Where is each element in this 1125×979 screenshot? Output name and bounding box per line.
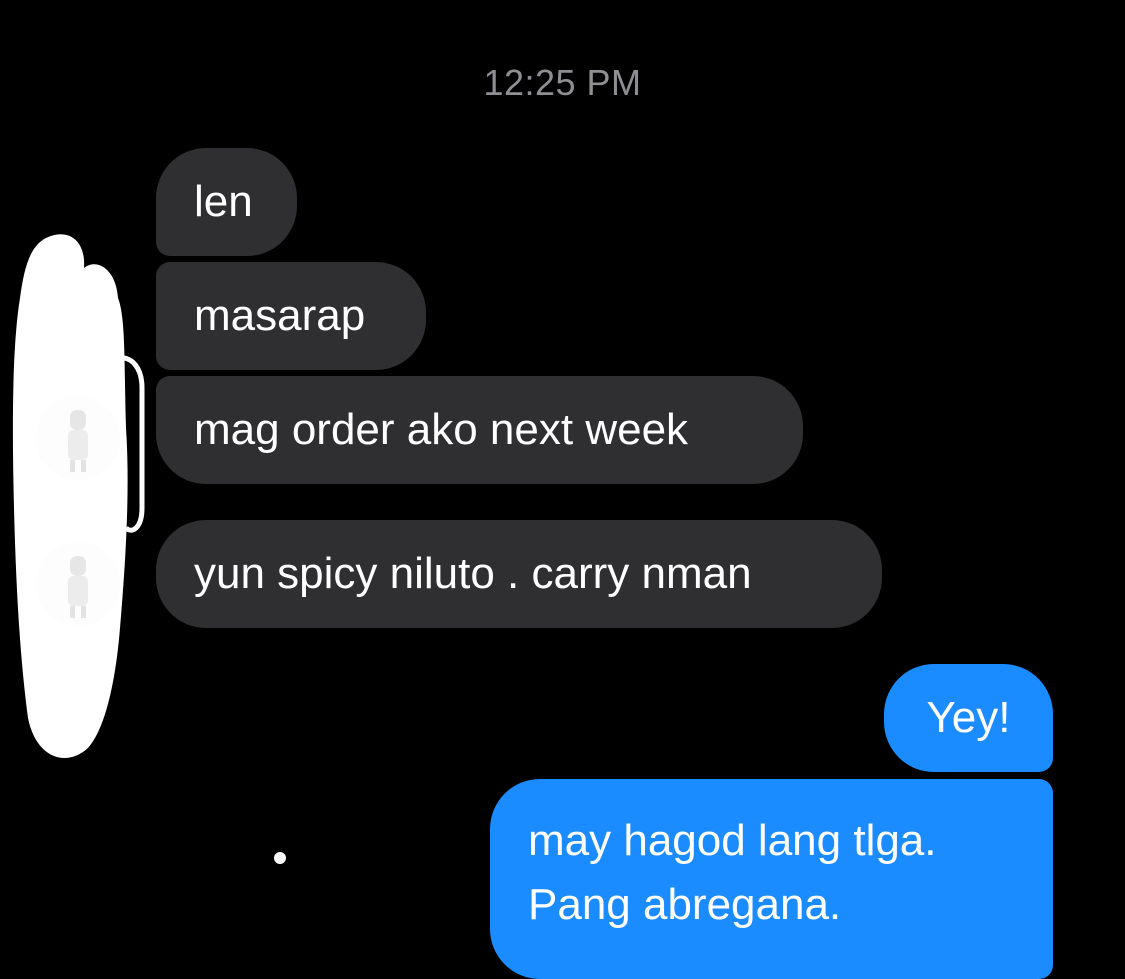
contact-avatar-icon[interactable] [36,542,120,626]
contact-avatar-icon[interactable] [36,396,120,480]
message-timestamp: 12:25 PM [483,62,642,103]
message-text-line: may hagod lang tlga. [528,816,937,865]
message-text-line: Pang abregana. [528,880,842,929]
outgoing-message-bubble[interactable]: may hagod lang tlga. Pang abregana. [490,779,1053,979]
message-text: len [194,177,253,226]
incoming-message-bubble[interactable]: masarap [156,262,426,370]
incoming-message-bubble[interactable]: yun spicy niluto . carry nman [156,520,882,628]
avatar-icon [36,396,120,480]
avatar-icon [36,542,120,626]
message-text: masarap [194,291,366,340]
incoming-message-bubble[interactable]: mag order ako next week [156,376,803,484]
message-text: mag order ako next week [194,405,689,454]
message-text: Yey! [926,693,1011,742]
incoming-message-bubble[interactable]: len [156,148,297,256]
redaction-scribble [12,234,145,758]
dot-indicator [274,852,286,864]
message-text: yun spicy niluto . carry nman [194,549,752,598]
outgoing-message-bubble[interactable]: Yey! [884,664,1053,772]
